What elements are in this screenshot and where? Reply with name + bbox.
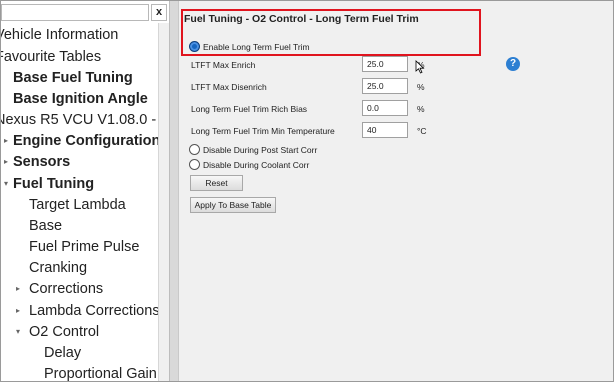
expand-arrow-icon[interactable]: ▸	[16, 302, 20, 320]
disable-coolant-radio[interactable]	[189, 159, 200, 170]
disable-post-start-label[interactable]: Disable During Post Start Corr	[203, 145, 317, 155]
tree-item-fuel-prime-pulse[interactable]: Fuel Prime Pulse	[29, 238, 139, 256]
tree-item-engine-configuration[interactable]: Engine Configuration	[13, 132, 160, 150]
tree-item-corrections[interactable]: Corrections	[29, 280, 103, 298]
ltft-min-temperature-unit: °C	[417, 126, 427, 136]
expand-arrow-icon[interactable]: ▸	[4, 132, 8, 150]
mouse-cursor-icon	[415, 60, 425, 74]
collapse-arrow-icon[interactable]: ▾	[16, 323, 20, 341]
collapse-arrow-icon[interactable]: ▾	[4, 175, 8, 193]
tree-item-base-fuel-tuning[interactable]: Base Fuel Tuning	[13, 69, 133, 87]
tree-item-fuel-tuning[interactable]: Fuel Tuning	[13, 175, 94, 193]
ltft-rich-bias-label: Long Term Fuel Trim Rich Bias	[191, 104, 308, 114]
tree-search-input[interactable]	[1, 4, 149, 21]
apply-to-base-table-button[interactable]: Apply To Base Table	[190, 197, 276, 213]
tree-item-target-lambda[interactable]: Target Lambda	[29, 196, 126, 214]
disable-post-start-radio[interactable]	[189, 144, 200, 155]
ltft-max-enrich-input[interactable]	[362, 56, 408, 72]
ltft-rich-bias-unit: %	[417, 104, 425, 114]
ltft-max-disenrich-unit: %	[417, 82, 425, 92]
tree-scrollbar[interactable]	[158, 23, 169, 381]
ltft-min-temperature-label: Long Term Fuel Trim Min Temperature	[191, 126, 335, 136]
tree-item-nexus-r5-vcu[interactable]: Nexus R5 VCU V1.08.0 - F	[1, 111, 169, 129]
expand-arrow-icon[interactable]: ▸	[4, 153, 8, 171]
tree-item-vehicle-information[interactable]: Vehicle Information	[1, 26, 118, 44]
page-title: Fuel Tuning - O2 Control - Long Term Fue…	[184, 13, 419, 25]
ltft-max-disenrich-label: LTFT Max Disenrich	[191, 82, 267, 92]
tree-item-proportional-gain[interactable]: Proportional Gain	[44, 365, 157, 381]
tree-item-delay[interactable]: Delay	[44, 344, 81, 362]
navigation-tree: x Vehicle Information Favourite Tables B…	[1, 1, 169, 381]
ltft-max-enrich-label: LTFT Max Enrich	[191, 60, 256, 70]
help-icon[interactable]: ?	[506, 57, 520, 71]
ltft-min-temperature-input[interactable]	[362, 122, 408, 138]
settings-panel: Fuel Tuning - O2 Control - Long Term Fue…	[179, 1, 613, 381]
ltft-rich-bias-input[interactable]	[362, 100, 408, 116]
ltft-max-disenrich-input[interactable]	[362, 78, 408, 94]
disable-coolant-label[interactable]: Disable During Coolant Corr	[203, 160, 309, 170]
enable-ltft-radio[interactable]	[189, 41, 200, 52]
tree-item-favourite-tables[interactable]: Favourite Tables	[1, 48, 101, 66]
reset-button[interactable]: Reset	[190, 175, 243, 191]
tree-search-clear-button[interactable]: x	[151, 4, 167, 21]
tree-item-cranking[interactable]: Cranking	[29, 259, 87, 277]
tree-item-o2-control[interactable]: O2 Control	[29, 323, 99, 341]
panel-splitter[interactable]	[169, 1, 179, 381]
tree-item-sensors[interactable]: Sensors	[13, 153, 70, 171]
tree-item-base[interactable]: Base	[29, 217, 62, 235]
tree-item-lambda-corrections[interactable]: Lambda Corrections	[29, 302, 160, 320]
app-window: x Vehicle Information Favourite Tables B…	[0, 0, 614, 382]
expand-arrow-icon[interactable]: ▸	[16, 280, 20, 298]
tree-item-base-ignition-angle[interactable]: Base Ignition Angle	[13, 90, 148, 108]
enable-ltft-label[interactable]: Enable Long Term Fuel Trim	[203, 42, 310, 52]
